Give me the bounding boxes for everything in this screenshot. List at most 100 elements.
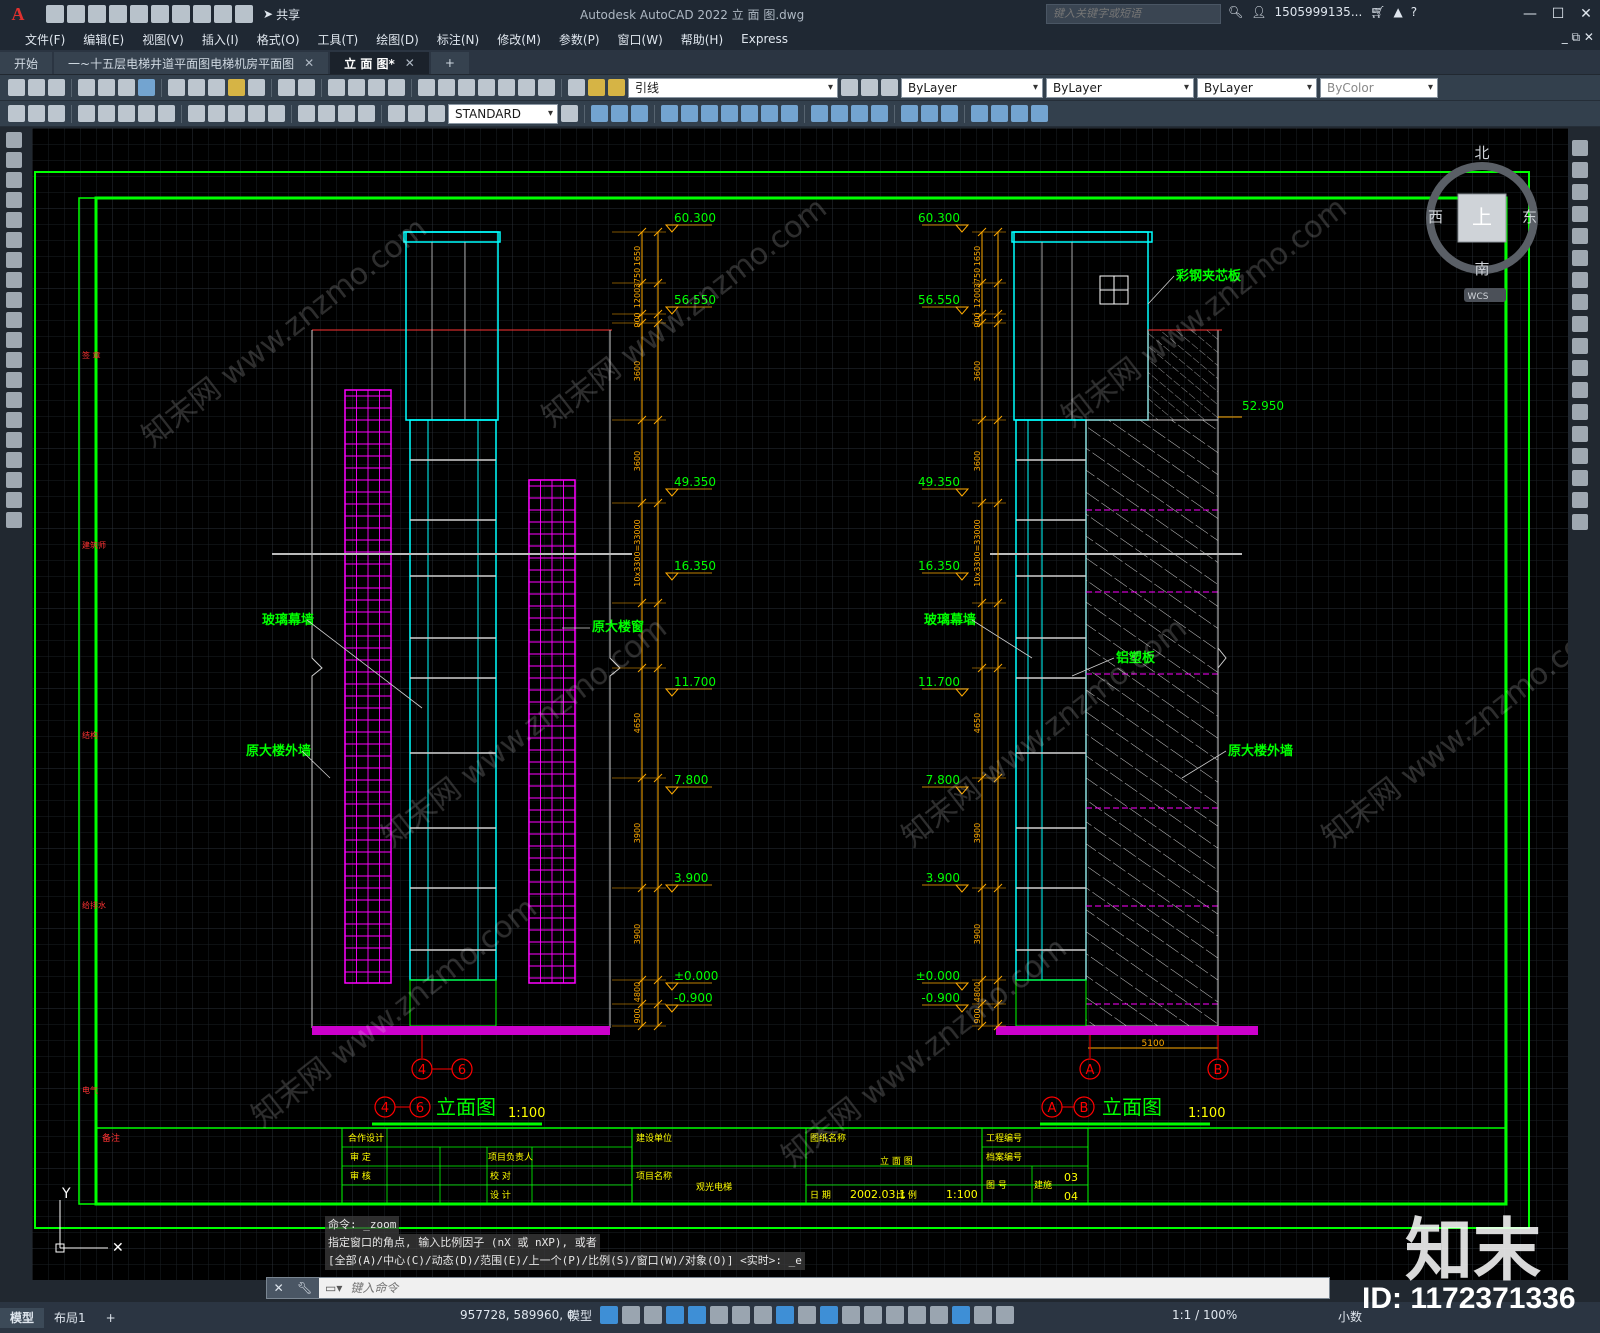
explode-icon[interactable] [1572, 514, 1588, 530]
dim-baseline-icon[interactable] [208, 105, 225, 122]
array-icon[interactable] [1572, 228, 1588, 244]
preview-icon[interactable] [98, 79, 115, 96]
loft-icon[interactable] [721, 105, 738, 122]
tab-layout1[interactable]: 布局1 [44, 1308, 96, 1328]
extrude-icon[interactable] [661, 105, 678, 122]
gizmo-icon[interactable] [930, 1306, 949, 1324]
object-snap-icon[interactable] [776, 1306, 795, 1324]
mdi-controls[interactable]: _ ⧉ ✕ [1562, 30, 1594, 45]
mirror-icon[interactable] [1572, 184, 1588, 200]
open-web-icon[interactable] [130, 5, 148, 23]
infer-constraints-icon[interactable] [644, 1306, 663, 1324]
help-search-input[interactable] [1046, 4, 1221, 24]
menu-edit[interactable]: 编辑(E) [74, 31, 133, 48]
stretch-icon[interactable] [1572, 316, 1588, 332]
properties-icon[interactable] [418, 79, 435, 96]
transparency-icon[interactable] [820, 1306, 839, 1324]
break-icon[interactable] [1572, 404, 1588, 420]
ucs-3point-icon[interactable] [1031, 105, 1048, 122]
annotation-scale-icon[interactable] [996, 1306, 1015, 1324]
compass-west[interactable]: 西 [1428, 208, 1443, 226]
close-tab-icon[interactable]: ✕ [405, 56, 415, 70]
close-icon[interactable]: ✕ [1572, 0, 1600, 28]
render-icon[interactable] [921, 105, 938, 122]
line-icon[interactable] [6, 132, 22, 148]
copy-object-icon[interactable] [1572, 162, 1588, 178]
snap-toggle-icon[interactable] [622, 1306, 641, 1324]
box-icon[interactable] [591, 105, 608, 122]
undo-icon[interactable] [278, 79, 295, 96]
tab-model[interactable]: 模型 [0, 1307, 45, 1328]
3d-rotate-icon[interactable] [831, 105, 848, 122]
drawing-canvas[interactable]: 签 章建筑师 结构 给排水 电气 1650 3750 1200 900 3600 360 [32, 128, 1568, 1280]
cone-icon[interactable] [631, 105, 648, 122]
extend-icon[interactable] [1572, 360, 1588, 376]
quickcalc-icon[interactable] [518, 79, 535, 96]
dim-continue-icon[interactable] [228, 105, 245, 122]
save-icon[interactable] [88, 5, 106, 23]
inspection-icon[interactable] [338, 105, 355, 122]
dim-break-icon[interactable] [268, 105, 285, 122]
undo-icon[interactable] [193, 5, 211, 23]
wedge-icon[interactable] [611, 105, 628, 122]
ellipse-arc-icon[interactable] [6, 332, 22, 348]
rotate-icon[interactable] [1572, 272, 1588, 288]
region-icon[interactable] [6, 452, 22, 468]
menu-help[interactable]: 帮助(H) [672, 31, 732, 48]
plot-icon[interactable] [172, 5, 190, 23]
blend-icon[interactable] [1572, 492, 1588, 508]
tab-elevation[interactable]: 立 面 图* ✕ [330, 52, 429, 74]
cart-icon[interactable]: 🛒︎ [1370, 5, 1385, 19]
dim-aligned-icon[interactable] [28, 105, 45, 122]
compass-south[interactable]: 南 [1474, 260, 1489, 278]
customize-qat-icon[interactable] [235, 5, 253, 23]
join-icon[interactable] [1572, 426, 1588, 442]
3d-align-icon[interactable] [851, 105, 868, 122]
dim-diameter-icon[interactable] [138, 105, 155, 122]
construction-line-icon[interactable] [6, 152, 22, 168]
dim-text-edit-icon[interactable] [408, 105, 425, 122]
polygon-icon[interactable] [6, 192, 22, 208]
layer-states-icon[interactable] [881, 79, 898, 96]
menu-format[interactable]: 格式(O) [248, 31, 309, 48]
lineweight-toggle-icon[interactable] [798, 1306, 817, 1324]
menu-window[interactable]: 窗口(W) [609, 31, 672, 48]
tab-floor-plan[interactable]: 一~十五层电梯井道平面图电梯机房平面图 ✕ [54, 52, 329, 74]
point-icon[interactable] [6, 392, 22, 408]
share-button[interactable]: ➤ 共享 [263, 6, 300, 23]
dim-linear-icon[interactable] [8, 105, 25, 122]
dimstyle-dropdown[interactable]: STANDARD [448, 103, 558, 124]
copy-icon[interactable] [188, 79, 205, 96]
layer-previous-icon[interactable] [861, 79, 878, 96]
color-dropdown[interactable]: ByLayer [901, 77, 1043, 98]
save-icon[interactable] [48, 79, 65, 96]
layer-dropdown[interactable]: 引线 [628, 77, 838, 98]
jogged-linear-icon[interactable] [358, 105, 375, 122]
object-snap-tracking-icon[interactable] [754, 1306, 773, 1324]
break-at-point-icon[interactable] [1572, 382, 1588, 398]
selection-filter-icon[interactable] [908, 1306, 927, 1324]
menu-draw[interactable]: 绘图(D) [367, 31, 428, 48]
command-input[interactable] [342, 1281, 1243, 1295]
help-icon[interactable]: ? [1411, 5, 1417, 19]
offset-icon[interactable] [1572, 206, 1588, 222]
3d-move-icon[interactable] [811, 105, 828, 122]
redo-icon[interactable] [298, 79, 315, 96]
dynamic-input-icon[interactable] [666, 1306, 685, 1324]
menu-tools[interactable]: 工具(T) [309, 31, 368, 48]
dim-angular-icon[interactable] [158, 105, 175, 122]
paste-icon[interactable] [208, 79, 225, 96]
erase-icon[interactable] [1572, 140, 1588, 156]
cut-icon[interactable] [168, 79, 185, 96]
revision-cloud-icon[interactable] [6, 272, 22, 288]
zoom-previous-icon[interactable] [388, 79, 405, 96]
save-as-icon[interactable] [109, 5, 127, 23]
sheet-set-icon[interactable] [478, 79, 495, 96]
open-file-icon[interactable] [67, 5, 85, 23]
compass-north[interactable]: 北 [1474, 144, 1489, 162]
sweep-icon[interactable] [701, 105, 718, 122]
tolerance-icon[interactable] [298, 105, 315, 122]
polar-tracking-icon[interactable] [710, 1306, 729, 1324]
dim-jogged-icon[interactable] [118, 105, 135, 122]
add-layout-button[interactable]: + [96, 1308, 126, 1328]
